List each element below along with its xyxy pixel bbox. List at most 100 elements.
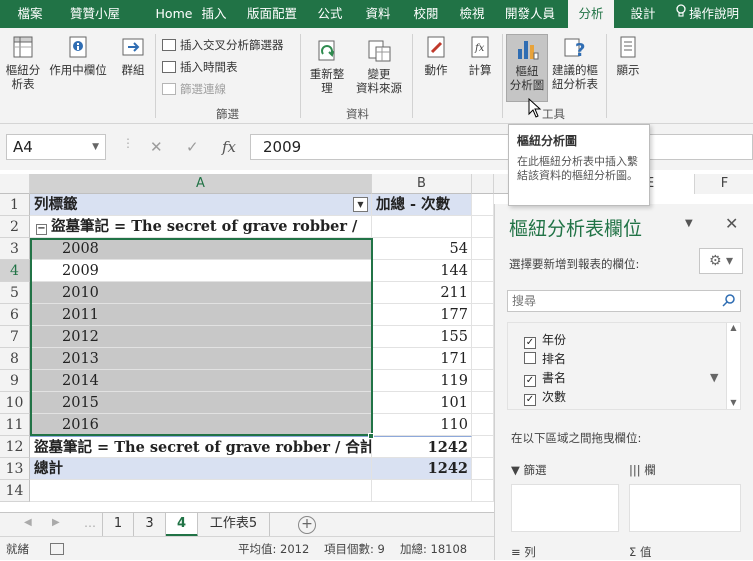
- cell-b[interactable]: 144: [372, 260, 472, 282]
- cell-b[interactable]: 155: [372, 326, 472, 348]
- insert-slicer-button[interactable]: 插入交叉分析篩選器: [162, 36, 284, 54]
- cell-a[interactable]: 2010: [30, 282, 372, 304]
- field-search-box[interactable]: [507, 290, 741, 312]
- field-list-scrollbar[interactable]: ▲ ▼: [726, 323, 740, 409]
- cell-a[interactable]: 2012: [30, 326, 372, 348]
- row-header[interactable]: 2: [0, 216, 30, 238]
- show-button[interactable]: 顯示: [610, 34, 646, 104]
- actions-button[interactable]: 動作: [416, 34, 456, 104]
- sheet-tab-3[interactable]: 3: [134, 513, 166, 537]
- cell-a[interactable]: 2008: [30, 238, 372, 260]
- cell-a[interactable]: 2014: [30, 370, 372, 392]
- insert-timeline-button[interactable]: 插入時間表: [162, 58, 238, 76]
- formula-input[interactable]: 2009: [250, 134, 753, 160]
- chevron-down-icon[interactable]: ▼: [92, 135, 99, 159]
- cell-b[interactable]: 1242: [372, 458, 472, 480]
- tab-insert[interactable]: 插入: [192, 0, 236, 28]
- tell-me-box[interactable]: 操作說明: [676, 0, 753, 28]
- cell-b[interactable]: 1242: [372, 436, 472, 458]
- tab-analyze[interactable]: 分析: [568, 0, 614, 28]
- field-checkbox[interactable]: ✓: [524, 337, 536, 349]
- refresh-button[interactable]: 重新整 理: [306, 38, 348, 104]
- fill-handle[interactable]: [368, 433, 374, 439]
- cell-b[interactable]: [372, 480, 472, 502]
- status-sum[interactable]: 加總: 18108: [400, 537, 467, 561]
- row-header[interactable]: 5: [0, 282, 30, 304]
- columns-drop-area[interactable]: [629, 484, 741, 532]
- worksheet-grid[interactable]: A B 1 列標籤 ▼ 加總 - 次數 2− 盜墓筆記 = The secret of g…: [0, 170, 494, 512]
- tab-formulas[interactable]: 公式: [308, 0, 352, 28]
- field-item[interactable]: ✓ 年份: [524, 331, 566, 349]
- tab-page-layout[interactable]: 版面配置: [238, 0, 306, 28]
- field-checkbox[interactable]: ✓: [524, 375, 536, 387]
- cell-c[interactable]: [472, 216, 494, 238]
- cell-c[interactable]: [472, 414, 494, 436]
- cell-b[interactable]: 119: [372, 370, 472, 392]
- cell-c[interactable]: [472, 238, 494, 260]
- cell-b[interactable]: [372, 216, 472, 238]
- insert-function-icon[interactable]: fx: [222, 134, 236, 160]
- sheet-tab-1[interactable]: 1: [102, 513, 134, 537]
- cell-c[interactable]: [472, 282, 494, 304]
- tab-file[interactable]: 檔案: [0, 0, 60, 28]
- cell-c[interactable]: [472, 326, 494, 348]
- cell-c[interactable]: [472, 260, 494, 282]
- cell-a[interactable]: 2011: [30, 304, 372, 326]
- cell-b[interactable]: 54: [372, 238, 472, 260]
- change-data-source-button[interactable]: 變更 資料來源: [350, 38, 408, 104]
- calculations-button[interactable]: fx 計算: [460, 34, 500, 104]
- scroll-left-icon[interactable]: ◀: [24, 517, 32, 528]
- cell-b[interactable]: 177: [372, 304, 472, 326]
- sheet-tab-4[interactable]: 4: [166, 513, 198, 537]
- row-header[interactable]: 14: [0, 480, 30, 502]
- cell-c[interactable]: [472, 480, 494, 502]
- pivotchart-button[interactable]: 樞紐 分析圖: [506, 34, 548, 102]
- cell-c[interactable]: [472, 436, 494, 458]
- more-sheets-icon[interactable]: …: [84, 516, 96, 530]
- cell-c[interactable]: [472, 370, 494, 392]
- cell-a[interactable]: 2015: [30, 392, 372, 414]
- field-item[interactable]: 排名: [524, 350, 566, 368]
- cell-a[interactable]: 2013: [30, 348, 372, 370]
- field-filter-icon[interactable]: ▼: [710, 369, 718, 387]
- pane-options-chevron-icon[interactable]: ▼: [685, 218, 693, 229]
- cell-a[interactable]: − 盜墓筆記 = The secret of grave robber /: [30, 216, 372, 238]
- cell-b[interactable]: 211: [372, 282, 472, 304]
- row-header[interactable]: 7: [0, 326, 30, 348]
- filters-drop-area[interactable]: [511, 484, 619, 532]
- close-pane-icon[interactable]: ✕: [725, 214, 738, 233]
- row-header[interactable]: 4: [0, 260, 30, 282]
- tab-view[interactable]: 檢視: [450, 0, 494, 28]
- status-count[interactable]: 項目個數: 9: [324, 537, 385, 561]
- tab-developer[interactable]: 開發人員: [498, 0, 562, 28]
- tab-zanzan[interactable]: 贊贊小屋: [60, 0, 130, 28]
- row-header[interactable]: 10: [0, 392, 30, 414]
- cell-c[interactable]: [472, 458, 494, 480]
- enter-icon[interactable]: ✓: [186, 134, 199, 160]
- row-header[interactable]: 8: [0, 348, 30, 370]
- pivottable-options-button[interactable]: 樞紐分 析表: [2, 34, 44, 104]
- cell-a[interactable]: [30, 480, 372, 502]
- cancel-icon[interactable]: ✕: [150, 134, 163, 160]
- field-checkbox[interactable]: ✓: [524, 394, 536, 406]
- collapse-icon[interactable]: −: [36, 224, 47, 235]
- cell-c[interactable]: [472, 348, 494, 370]
- select-all-corner[interactable]: [0, 174, 30, 194]
- scroll-right-icon[interactable]: ▶: [52, 517, 60, 528]
- column-header-c[interactable]: [472, 174, 494, 194]
- name-box[interactable]: A4 ▼: [6, 134, 106, 160]
- status-average[interactable]: 平均值: 2012: [238, 537, 309, 561]
- tab-review[interactable]: 校閱: [404, 0, 448, 28]
- cell-a[interactable]: 盜墓筆記 = The secret of grave robber / 合計: [30, 436, 372, 458]
- cell-c[interactable]: [472, 304, 494, 326]
- sheet-tab-5[interactable]: 工作表5: [198, 513, 270, 537]
- gear-icon[interactable]: ⚙ ▾: [699, 248, 743, 274]
- field-item[interactable]: ✓ 書名 ▼: [524, 369, 718, 387]
- field-search-input[interactable]: [508, 291, 708, 311]
- cell-c[interactable]: [472, 392, 494, 414]
- cell-c[interactable]: [472, 194, 494, 216]
- field-checkbox[interactable]: [524, 352, 536, 364]
- row-header[interactable]: 13: [0, 458, 30, 480]
- filter-connections-button[interactable]: 篩選連線: [162, 80, 226, 98]
- row-header[interactable]: 11: [0, 414, 30, 436]
